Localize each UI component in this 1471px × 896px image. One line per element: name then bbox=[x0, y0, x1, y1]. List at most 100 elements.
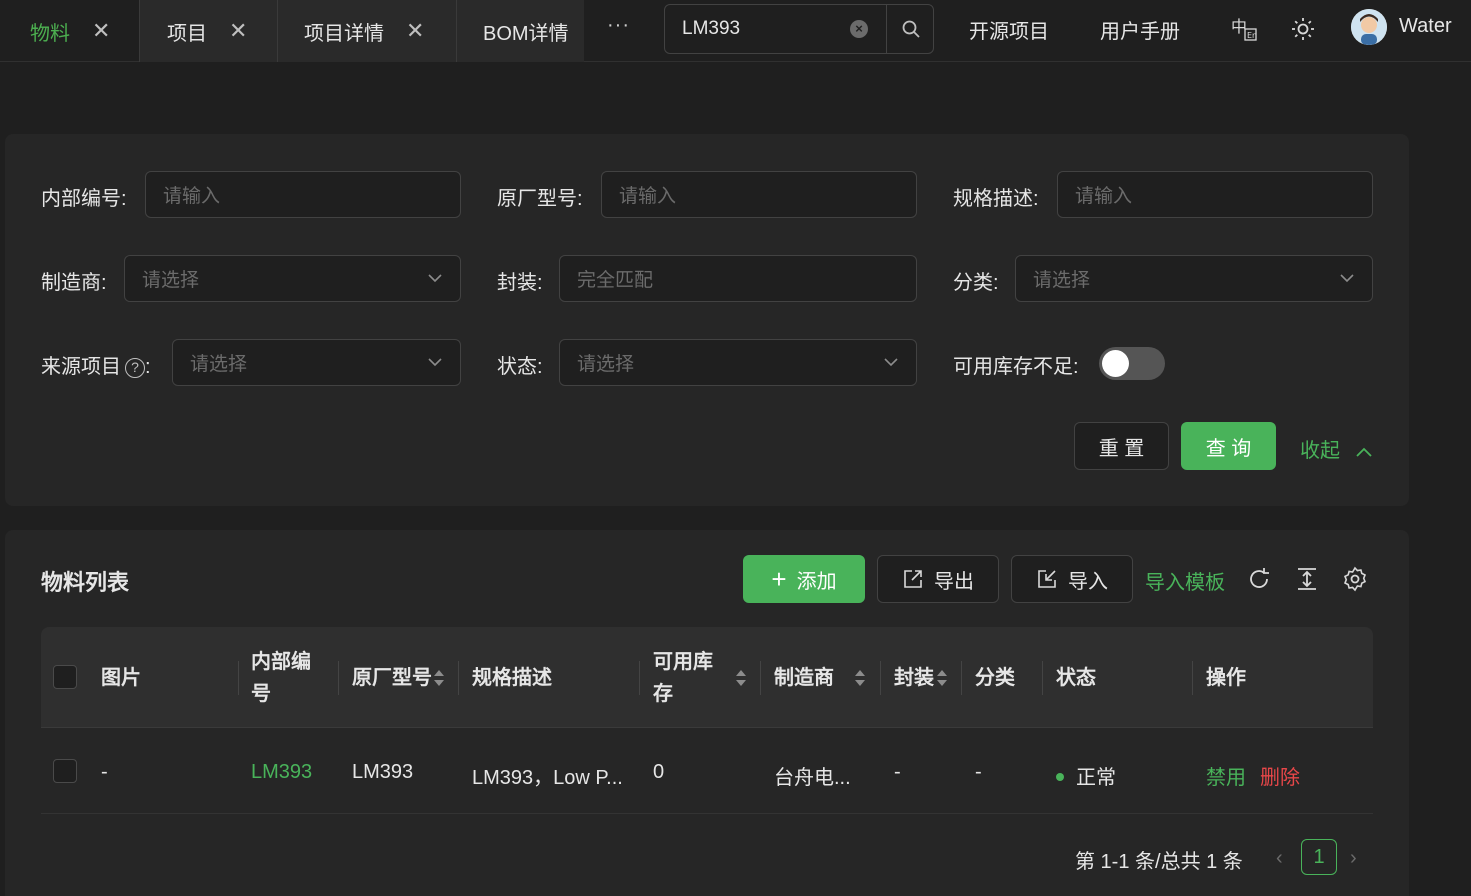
density-icon[interactable] bbox=[1293, 565, 1321, 593]
add-button[interactable]: + 添加 bbox=[743, 555, 865, 603]
tab-materials-label: 物料 bbox=[30, 22, 70, 45]
collapse-label: 收起 bbox=[1300, 440, 1340, 462]
tab-project-details-label: 项目详情 bbox=[304, 22, 384, 45]
select-all-checkbox[interactable] bbox=[53, 665, 77, 689]
cell-mfr-part: LM393 bbox=[352, 761, 414, 783]
search-input[interactable]: LM393 bbox=[682, 18, 850, 40]
col-internal-code[interactable]: 内部编 号 bbox=[251, 646, 311, 710]
tab-bom-details[interactable]: BOM详情 bbox=[457, 0, 584, 62]
export-label: 导出 bbox=[934, 570, 974, 593]
global-search: LM393 × bbox=[664, 4, 934, 54]
col-manufacturer[interactable]: 制造商 bbox=[774, 662, 834, 694]
chevron-up-icon bbox=[1355, 447, 1372, 457]
next-page-icon[interactable]: › bbox=[1350, 847, 1357, 870]
internal-code-label: 内部编号: bbox=[41, 188, 127, 210]
package-label: 封装: bbox=[497, 272, 543, 294]
col-divider bbox=[1192, 661, 1193, 695]
sort-icon[interactable] bbox=[854, 668, 866, 688]
username[interactable]: Water bbox=[1399, 15, 1452, 38]
status-text: 正常 bbox=[1076, 767, 1116, 789]
delete-link[interactable]: 删除 bbox=[1260, 761, 1300, 790]
source-project-placeholder: 请选择 bbox=[190, 354, 248, 375]
source-project-select[interactable]: 请选择 bbox=[172, 339, 461, 386]
chevron-down-icon bbox=[884, 358, 898, 367]
mfr-part-placeholder: 请输入 bbox=[619, 186, 677, 207]
col-divider bbox=[338, 661, 339, 695]
source-project-label: 来源项目?: bbox=[41, 350, 151, 379]
category-select[interactable]: 请选择 bbox=[1015, 255, 1373, 302]
cell-spec: LM393，Low P... bbox=[472, 767, 623, 789]
table-header: 图片 内部编 号 原厂型号 规格描述 可用库 存 制造商 封装 分类 状态 操作 bbox=[41, 627, 1373, 728]
chevron-down-icon bbox=[1340, 274, 1354, 283]
col-divider bbox=[458, 661, 459, 695]
manufacturer-select[interactable]: 请选择 bbox=[124, 255, 461, 302]
top-bar: 物料 ✕ 项目 ✕ 项目详情 ✕ BOM详情 ··· LM393 × 开源项目 … bbox=[0, 0, 1471, 62]
col-divider bbox=[880, 661, 881, 695]
more-tabs-button[interactable]: ··· bbox=[607, 14, 630, 37]
col-actions: 操作 bbox=[1206, 667, 1246, 689]
close-icon[interactable]: ✕ bbox=[92, 18, 110, 44]
help-icon[interactable]: ? bbox=[125, 357, 145, 378]
col-internal-code-line1: 内部编 bbox=[251, 651, 311, 673]
manufacturer-label: 制造商: bbox=[41, 272, 107, 294]
clear-icon[interactable]: × bbox=[850, 20, 868, 38]
col-mfr-part[interactable]: 原厂型号 bbox=[352, 662, 432, 694]
source-project-label-text: 来源项目 bbox=[41, 356, 121, 378]
col-divider bbox=[961, 661, 962, 695]
list-title: 物料列表 bbox=[41, 570, 130, 595]
import-label: 导入 bbox=[1068, 570, 1108, 593]
import-template-link[interactable]: 导入模板 bbox=[1145, 566, 1225, 595]
package-placeholder: 完全匹配 bbox=[577, 270, 654, 291]
close-icon[interactable]: ✕ bbox=[406, 18, 424, 44]
status-select[interactable]: 请选择 bbox=[559, 339, 917, 386]
chevron-down-icon bbox=[428, 274, 442, 283]
query-button[interactable]: 查 询 bbox=[1181, 422, 1276, 470]
chevron-down-icon bbox=[428, 358, 442, 367]
search-button[interactable] bbox=[887, 5, 934, 53]
col-stock[interactable]: 可用库 存 bbox=[653, 646, 713, 710]
manufacturer-placeholder: 请选择 bbox=[142, 270, 200, 291]
internal-code-input[interactable]: 请输入 bbox=[145, 171, 461, 218]
status-placeholder: 请选择 bbox=[577, 354, 635, 375]
theme-icon[interactable] bbox=[1288, 14, 1318, 44]
reset-button[interactable]: 重 置 bbox=[1074, 422, 1169, 470]
prev-page-icon[interactable]: ‹ bbox=[1276, 847, 1283, 870]
cell-stock: 0 bbox=[653, 761, 665, 783]
open-source-link[interactable]: 开源项目 bbox=[969, 15, 1049, 44]
cell-internal-code-link[interactable]: LM393 bbox=[251, 761, 312, 784]
tab-materials[interactable]: 物料 ✕ bbox=[0, 0, 139, 62]
low-stock-toggle[interactable] bbox=[1099, 347, 1165, 380]
col-divider bbox=[1042, 661, 1043, 695]
category-placeholder: 请选择 bbox=[1033, 270, 1091, 291]
col-package[interactable]: 封装 bbox=[894, 662, 934, 694]
mfr-part-label: 原厂型号: bbox=[497, 188, 583, 210]
close-icon[interactable]: ✕ bbox=[229, 18, 247, 44]
sort-icon[interactable] bbox=[936, 668, 948, 688]
col-divider bbox=[639, 661, 640, 695]
package-input[interactable]: 完全匹配 bbox=[559, 255, 917, 302]
mfr-part-input[interactable]: 请输入 bbox=[601, 171, 917, 218]
status-label: 状态: bbox=[497, 356, 543, 378]
add-label: 添加 bbox=[796, 570, 837, 593]
avatar[interactable] bbox=[1351, 9, 1387, 45]
sort-icon[interactable] bbox=[735, 668, 747, 688]
user-manual-link[interactable]: 用户手册 bbox=[1100, 15, 1180, 44]
language-icon[interactable]: 中 En bbox=[1229, 14, 1259, 44]
page-button[interactable]: 1 bbox=[1301, 839, 1337, 875]
col-status: 状态 bbox=[1056, 667, 1096, 689]
collapse-link[interactable]: 收起 bbox=[1300, 434, 1374, 463]
disable-link[interactable]: 禁用 bbox=[1206, 761, 1246, 790]
export-button[interactable]: 导出 bbox=[877, 555, 999, 603]
col-divider bbox=[760, 661, 761, 695]
import-button[interactable]: 导入 bbox=[1011, 555, 1133, 603]
tab-projects[interactable]: 项目 ✕ bbox=[140, 0, 277, 62]
row-checkbox[interactable] bbox=[53, 759, 77, 783]
tab-bom-details-label: BOM详情 bbox=[483, 22, 569, 45]
spec-placeholder: 请输入 bbox=[1075, 186, 1133, 207]
tab-project-details[interactable]: 项目详情 ✕ bbox=[278, 0, 456, 62]
sort-icon[interactable] bbox=[433, 668, 445, 688]
status-dot bbox=[1056, 772, 1064, 781]
spec-input[interactable]: 请输入 bbox=[1057, 171, 1373, 218]
refresh-icon[interactable] bbox=[1245, 565, 1273, 593]
settings-icon[interactable] bbox=[1341, 565, 1369, 593]
